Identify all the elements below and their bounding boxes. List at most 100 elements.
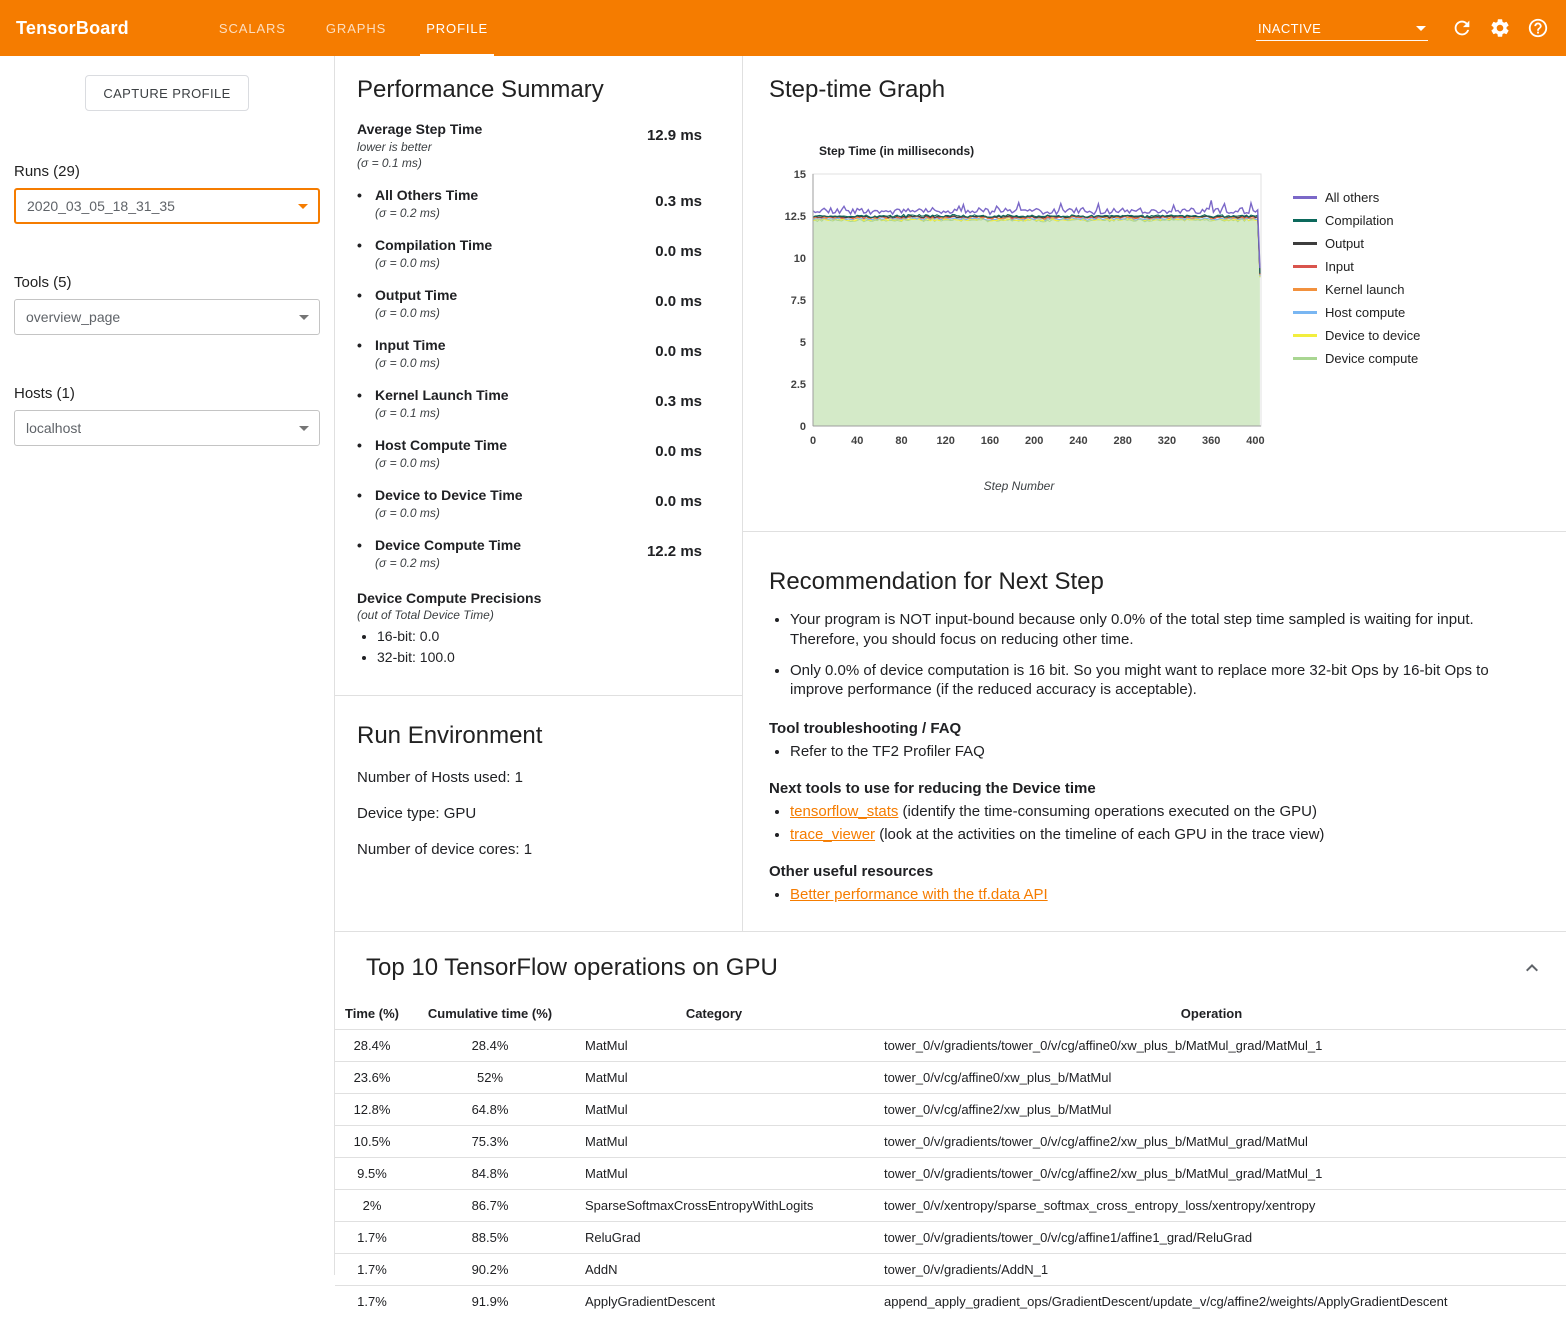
- sidebar: CAPTURE PROFILE Runs (29) 2020_03_05_18_…: [0, 56, 335, 1275]
- metric-sigma: (σ = 0.0 ms): [375, 506, 523, 520]
- table-cell: ReluGrad: [571, 1222, 857, 1254]
- metric-value: 0.0 ms: [655, 443, 702, 460]
- app-bar-right: INACTIVE: [1256, 0, 1566, 56]
- table-cell: tower_0/v/gradients/tower_0/v/cg/affine0…: [857, 1030, 1566, 1062]
- top-ops-card: Top 10 TensorFlow operations on GPU Time…: [335, 932, 1566, 1317]
- chart-area: 02.557.51012.515040801201602002402803203…: [769, 164, 1542, 493]
- capture-profile-button[interactable]: CAPTURE PROFILE: [85, 75, 249, 111]
- table-cell: 1.7%: [335, 1286, 409, 1317]
- table-cell: 64.8%: [409, 1094, 571, 1126]
- bullet: •: [357, 187, 375, 220]
- legend-label: Device to device: [1325, 328, 1420, 343]
- bullet: •: [357, 537, 375, 570]
- help-icon: [1527, 17, 1549, 39]
- sub-section-list: Better performance with the tf.data API: [790, 886, 1542, 903]
- table-cell: 86.7%: [409, 1190, 571, 1222]
- refresh-button[interactable]: [1450, 16, 1474, 40]
- metric-label: Average Step Time: [357, 121, 482, 138]
- refresh-icon: [1451, 17, 1473, 39]
- metric-left: •Compilation Time(σ = 0.0 ms): [357, 237, 492, 270]
- metric-text: Kernel Launch Time(σ = 0.1 ms): [375, 387, 509, 420]
- table-row: 1.7%88.5%ReluGradtower_0/v/gradients/tow…: [335, 1222, 1566, 1254]
- table-cell: 2%: [335, 1190, 409, 1222]
- table-cell: ApplyGradientDescent: [571, 1286, 857, 1317]
- help-button[interactable]: [1526, 16, 1550, 40]
- svg-text:360: 360: [1202, 435, 1220, 447]
- metric-left: •Device Compute Time(σ = 0.2 ms): [357, 537, 521, 570]
- tab-profile[interactable]: PROFILE: [406, 0, 508, 56]
- column-header: Time (%): [335, 998, 409, 1030]
- tab-scalars[interactable]: SCALARS: [199, 0, 306, 56]
- settings-button[interactable]: [1488, 16, 1512, 40]
- hosts-label: Hosts (1): [14, 385, 320, 402]
- svg-text:200: 200: [1025, 435, 1043, 447]
- step-time-panel: Step-time Graph Step Time (in millisecon…: [743, 56, 1566, 931]
- table-cell: 84.8%: [409, 1158, 571, 1190]
- table-row: 10.5%75.3%MatMultower_0/v/gradients/towe…: [335, 1126, 1566, 1158]
- table-row: 12.8%64.8%MatMultower_0/v/cg/affine2/xw_…: [335, 1094, 1566, 1126]
- tools-select[interactable]: overview_page: [14, 299, 320, 335]
- top-ops-title: Top 10 TensorFlow operations on GPU: [366, 954, 778, 982]
- table-cell: 28.4%: [409, 1030, 571, 1062]
- metric-sigma: (σ = 0.0 ms): [375, 456, 507, 470]
- sub-section-heading: Tool troubleshooting / FAQ: [769, 720, 1542, 737]
- metric-value: 0.0 ms: [655, 293, 702, 310]
- link[interactable]: tensorflow_stats: [790, 803, 898, 820]
- metric-text: Compilation Time(σ = 0.0 ms): [375, 237, 492, 270]
- table-row: 28.4%28.4%MatMultower_0/v/gradients/towe…: [335, 1030, 1566, 1062]
- bullet: •: [357, 387, 375, 420]
- metric-value: 0.0 ms: [655, 243, 702, 260]
- table-cell: 90.2%: [409, 1254, 571, 1286]
- chevron-down-icon: [298, 204, 308, 209]
- content: Performance Summary Average Step Time lo…: [335, 56, 1566, 1275]
- legend-item: Input: [1293, 259, 1420, 274]
- table-cell: 12.8%: [335, 1094, 409, 1126]
- legend-label: All others: [1325, 190, 1379, 205]
- bullet: •: [357, 487, 375, 520]
- legend-swatch: [1293, 357, 1317, 360]
- collapse-section-button[interactable]: [1520, 956, 1544, 980]
- svg-text:5: 5: [800, 337, 806, 349]
- sub-section-item: Better performance with the tf.data API: [790, 886, 1542, 903]
- precisions-list: 16-bit: 0.032-bit: 100.0: [377, 628, 702, 665]
- recommendation-bullet: Only 0.0% of device computation is 16 bi…: [790, 661, 1542, 701]
- legend-swatch: [1293, 334, 1317, 337]
- metric-value: 0.0 ms: [655, 343, 702, 360]
- metric-label: Device Compute Time: [375, 537, 521, 554]
- table-row: 2%86.7%SparseSoftmaxCrossEntropyWithLogi…: [335, 1190, 1566, 1222]
- tools-label: Tools (5): [14, 274, 320, 291]
- sub-section-item: Refer to the TF2 Profiler FAQ: [790, 743, 1542, 760]
- link[interactable]: Better performance with the tf.data API: [790, 886, 1048, 903]
- chart-x-axis-label: Step Number: [769, 479, 1269, 493]
- table-cell: SparseSoftmaxCrossEntropyWithLogits: [571, 1190, 857, 1222]
- runs-select[interactable]: 2020_03_05_18_31_35: [14, 188, 320, 224]
- metric-value: 12.2 ms: [647, 543, 702, 560]
- table-cell: 9.5%: [335, 1158, 409, 1190]
- link[interactable]: trace_viewer: [790, 826, 875, 843]
- chevron-down-icon: [299, 426, 309, 431]
- svg-text:10: 10: [794, 253, 806, 265]
- legend-item: Device compute: [1293, 351, 1420, 366]
- metric-sigma: (σ = 0.2 ms): [375, 206, 478, 220]
- metric-label: Host Compute Time: [375, 437, 507, 454]
- precisions-label: Device Compute Precisions: [357, 590, 702, 606]
- runs-label: Runs (29): [14, 163, 320, 180]
- legend-item: Compilation: [1293, 213, 1420, 228]
- metric-row: •Device Compute Time(σ = 0.2 ms) 12.2 ms: [357, 537, 702, 570]
- sub-section-item: trace_viewer (look at the activities on …: [790, 826, 1542, 843]
- main-area: CAPTURE PROFILE Runs (29) 2020_03_05_18_…: [0, 56, 1566, 1275]
- metric-value: 0.0 ms: [655, 493, 702, 510]
- legend-item: Output: [1293, 236, 1420, 251]
- svg-text:80: 80: [895, 435, 907, 447]
- hosts-select[interactable]: localhost: [14, 410, 320, 446]
- legend-swatch: [1293, 219, 1317, 222]
- column-header: Cumulative time (%): [409, 998, 571, 1030]
- tab-graphs[interactable]: GRAPHS: [306, 0, 406, 56]
- table-cell: 52%: [409, 1062, 571, 1094]
- overview-columns: Performance Summary Average Step Time lo…: [335, 56, 1566, 932]
- table-row: 9.5%84.8%MatMultower_0/v/gradients/tower…: [335, 1158, 1566, 1190]
- table-cell: 28.4%: [335, 1030, 409, 1062]
- reload-status-select[interactable]: INACTIVE: [1256, 16, 1428, 41]
- legend-swatch: [1293, 196, 1317, 199]
- legend-swatch: [1293, 288, 1317, 291]
